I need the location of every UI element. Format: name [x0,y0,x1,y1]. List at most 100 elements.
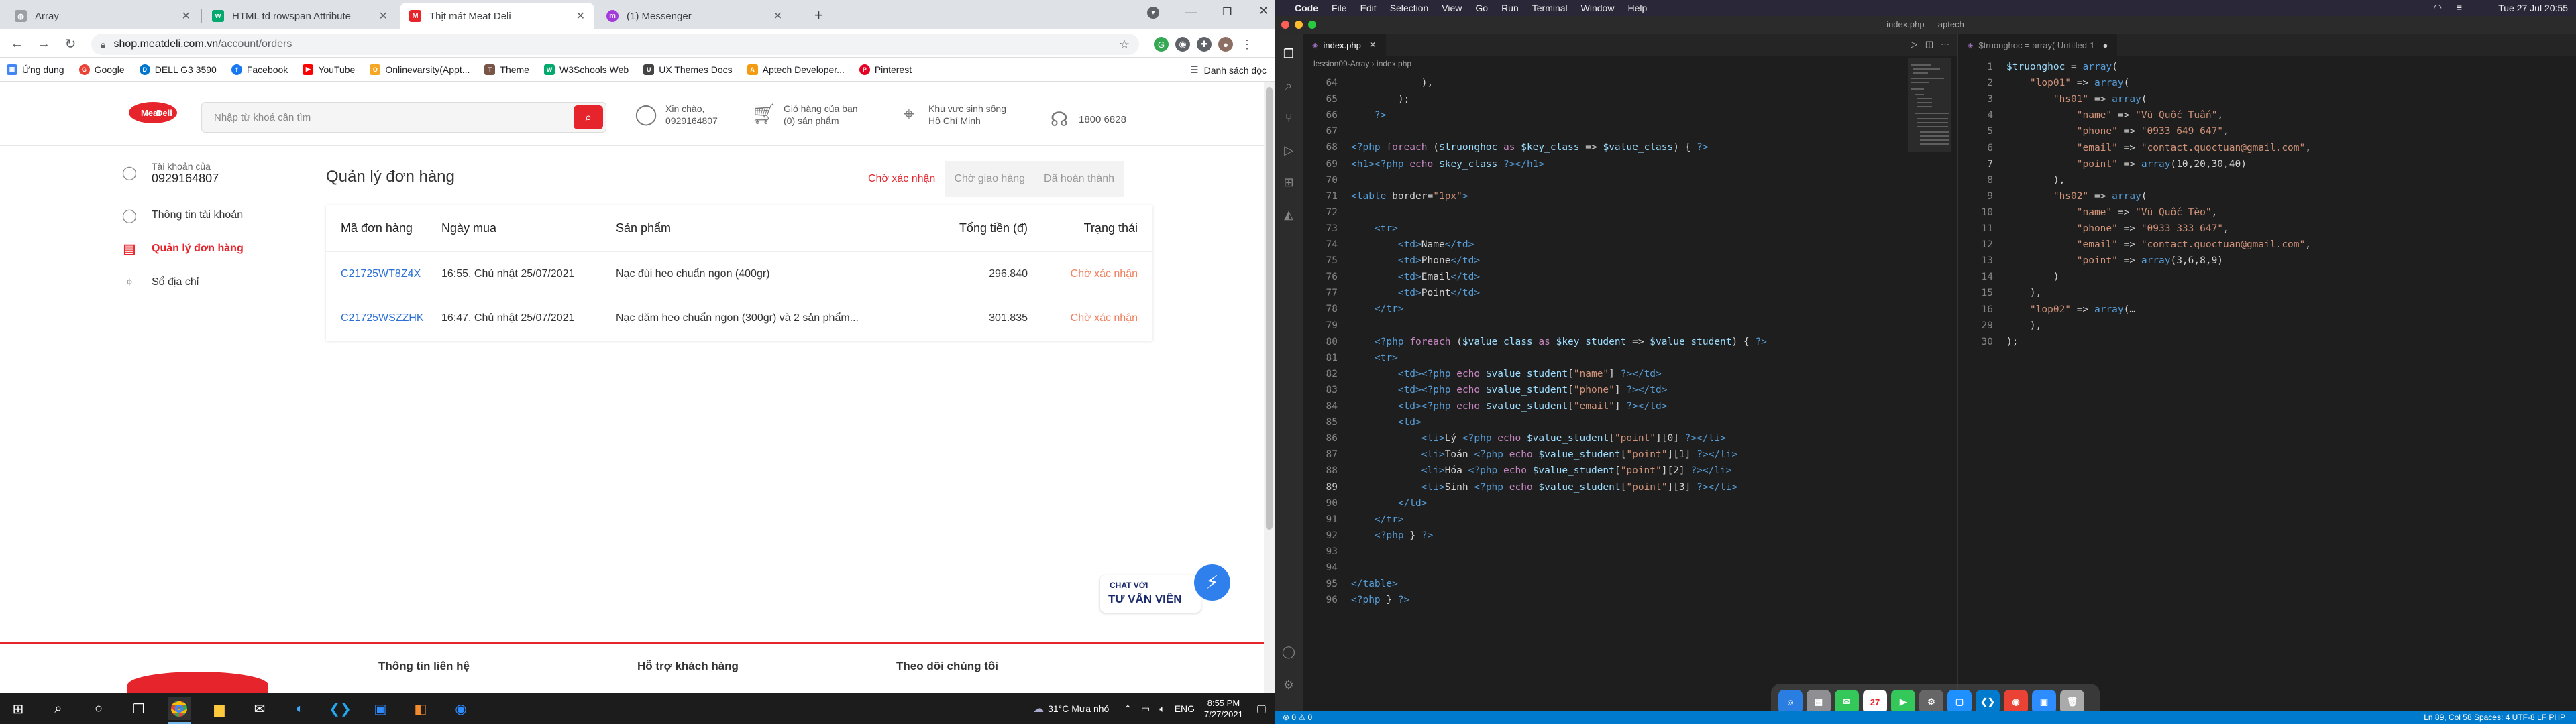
close-window-icon[interactable]: ✕ [1258,4,1269,18]
tab-html-td[interactable]: w HTML td rowspan Attribute ✕ [203,3,397,29]
editor-tab-index[interactable]: ◈ index.php ✕ [1303,34,1386,56]
extension-icon[interactable]: G [1154,37,1169,52]
reading-list[interactable]: ☰ Danh sách đọc [1190,64,1267,76]
bookmark-apps[interactable]: ▦ Ứng dụng [7,64,64,75]
forward-icon[interactable]: → [35,35,52,52]
menu-go[interactable]: Go [1475,3,1488,13]
unsaved-dot-icon[interactable]: ● [2103,40,2108,50]
menu-terminal[interactable]: Terminal [1532,3,1568,13]
search-input[interactable]: Nhập từ khoá cần tìm ⌕ [201,102,606,133]
back-icon[interactable]: ← [8,35,25,52]
task-view-icon[interactable]: ❐ [127,697,150,720]
bookmark-theme[interactable]: T Theme [484,64,529,75]
control-center-icon[interactable]: ≡ [2457,2,2462,13]
menu-help[interactable]: Help [1627,3,1647,13]
sublime-icon[interactable]: ◧ [409,697,432,720]
menu-account-info[interactable]: ◯ Thông tin tài khoản [121,198,309,232]
menu-kebab-icon[interactable]: ⋮ [1240,37,1254,52]
menu-code[interactable]: Code [1295,3,1318,13]
edge-icon[interactable]: ◐ [288,697,311,720]
tab-messenger[interactable]: m (1) Messenger ✕ [597,3,792,29]
notification-icon[interactable]: ▢ [1256,702,1267,715]
volume-icon[interactable]: 🔈︎ [1159,703,1165,715]
menu-file[interactable]: File [1332,3,1347,13]
bookmark-facebook[interactable]: f Facebook [231,64,288,75]
split-editor-icon[interactable]: ◫ [1925,39,1933,50]
restore-icon[interactable]: ❐ [1222,5,1232,19]
vscode-taskbar-icon[interactable]: ❮❯ [329,697,352,720]
breadcrumb[interactable]: lession09-Array › index.php [1313,59,1411,68]
close-tab-icon[interactable]: ✕ [182,9,191,23]
account-greeting[interactable]: ◯ Xin chào, 0929164807 [633,102,718,127]
scrollbar[interactable] [1264,82,1275,693]
remote-icon[interactable]: ◭ [1281,206,1297,223]
chevron-up-icon[interactable]: ⌃ [1124,703,1132,715]
camera-icon[interactable]: ◉ [1175,37,1190,52]
chat-with-advisor-button[interactable]: CHAT VỚI TƯ VẤN VIÊN ⚡︎ [1100,562,1234,617]
remote-icon[interactable]: ◉ [449,697,472,720]
tab-completed[interactable]: Đã hoàn thành [1034,161,1124,197]
new-tab-icon[interactable]: + [814,7,823,24]
menu-window[interactable]: Window [1581,3,1615,13]
bookmark-aptech[interactable]: A Aptech Developer... [747,64,845,75]
menu-address-book[interactable]: ⌖ Sổ địa chỉ [121,265,309,299]
tab-search-icon[interactable]: ▾ [1147,7,1159,19]
run-icon[interactable]: ▷ [1911,39,1917,50]
gear-icon[interactable]: ⚙ [1281,677,1297,693]
bookmark-w3schools[interactable]: W W3Schools Web [543,64,629,75]
more-actions-icon[interactable]: ⋯ [1941,39,1949,50]
wifi-icon[interactable]: ◠ [2434,2,2442,13]
order-code-link[interactable]: C21725WT8Z4X [326,268,441,280]
run-debug-icon[interactable]: ▷ [1281,142,1297,158]
close-tab-icon[interactable]: ✕ [576,9,585,23]
source-control-icon[interactable]: ⑂ [1281,110,1297,126]
tab-pending[interactable]: Chờ xác nhận [859,161,945,197]
zoom-icon[interactable]: ▣ [369,697,392,720]
menu-view[interactable]: View [1442,3,1462,13]
close-tab-icon[interactable]: ✕ [1369,40,1377,50]
bookmark-pinterest[interactable]: P Pinterest [859,64,912,75]
tab-array[interactable]: ◍ Array ✕ [5,3,200,29]
search-icon[interactable]: ⌕ [47,697,70,720]
scrollbar-thumb[interactable] [1266,87,1273,530]
extensions-icon[interactable]: ⊞ [1281,174,1297,190]
reload-icon[interactable]: ↻ [62,35,79,52]
search-button[interactable]: ⌕ [574,105,603,129]
account-icon[interactable]: ◯ [1281,644,1297,660]
tab-shipping[interactable]: Chờ giao hàng [945,161,1034,197]
bookmark-star-icon[interactable]: ☆ [1119,38,1130,52]
minimap[interactable] [1908,58,1951,232]
mail-icon[interactable]: ✉ [248,697,271,720]
url-input[interactable]: 🔒︎ shop.meatdeli.com.vn/account/orders ☆ [91,34,1139,55]
puzzle-icon[interactable]: ✚ [1197,37,1212,52]
bookmark-dell[interactable]: D DELL G3 3590 [139,64,217,75]
hotline[interactable]: ☊ 1800 6828 [1046,107,1126,133]
file-explorer-icon[interactable]: ▆ [208,697,231,720]
bookmark-google[interactable]: G Google [78,64,125,75]
menu-order-management[interactable]: ▤ Quản lý đơn hàng [121,232,309,265]
menu-run[interactable]: Run [1501,3,1519,13]
area-selector[interactable]: ⌖ Khu vực sinh sống Hồ Chí Minh [896,102,1006,127]
search-icon[interactable]: ⌕ [1281,78,1297,94]
menu-selection[interactable]: Selection [1390,3,1429,13]
explorer-icon[interactable]: ❐ [1281,46,1297,62]
clock[interactable]: 8:55 PM 7/27/2021 [1204,697,1243,720]
network-icon[interactable]: ▭ [1141,703,1150,715]
chrome-taskbar-icon[interactable] [168,697,191,720]
status-info[interactable]: Ln 89, Col 58 Spaces: 4 UTF-8 LF PHP [2424,713,2565,722]
close-tab-icon[interactable]: ✕ [773,9,782,23]
meatdeli-logo[interactable]: Meat Deli [126,99,180,129]
minimize-icon[interactable]: — [1185,5,1197,19]
cart[interactable]: 🛒︎ Giỏ hàng của bạn (0) sản phẩm [751,102,858,127]
tab-meat-deli[interactable]: M Thịt mát Meat Deli ✕ [400,3,594,29]
close-tab-icon[interactable]: ✕ [379,9,388,23]
menubar-clock[interactable]: Tue 27 Jul 20:55 [2498,3,2568,13]
order-code-link[interactable]: C21725WSZZHK [326,312,441,324]
problems-indicator[interactable]: ⊗ 0 ⚠ 0 [1283,713,1312,722]
cortana-icon[interactable]: ○ [87,697,110,720]
editor-tab-untitled[interactable]: ◈ $truonghoc = array( Untitled-1 ● [1958,34,2118,56]
menu-edit[interactable]: Edit [1360,3,1377,13]
bookmark-ux-themes[interactable]: U UX Themes Docs [643,64,733,75]
windows-start-icon[interactable]: ⊞ [7,697,30,720]
avatar[interactable]: ● [1218,37,1233,52]
